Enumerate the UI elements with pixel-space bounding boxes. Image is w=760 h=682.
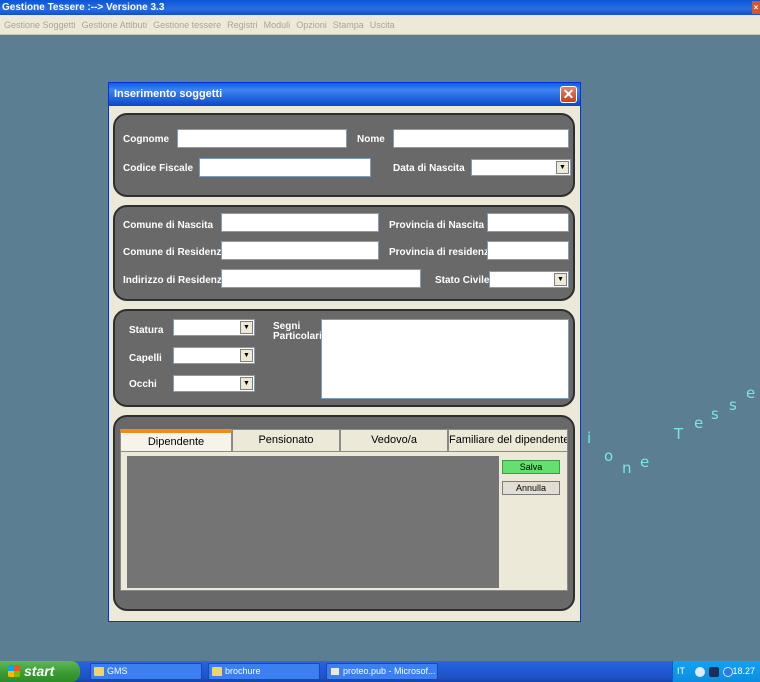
language-indicator[interactable]: IT [677,661,685,682]
save-button[interactable]: Salva [502,460,560,474]
indirizzo-residenza-label: Indirizzo di Residenza [123,275,228,286]
nome-field[interactable] [393,129,569,148]
marquee-letter: T [674,425,684,443]
anagrafica-group: Cognome Nome Codice Fiscale Data di Nasc… [113,113,575,197]
close-icon: × [753,3,759,12]
chevron-down-icon[interactable]: ▼ [556,161,569,174]
capelli-select[interactable]: ▼ [173,347,255,364]
windows-logo-icon [8,665,20,677]
start-button[interactable]: start [0,661,80,682]
marquee-letter: s [729,396,737,414]
indirizzo-residenza-field[interactable] [221,269,421,288]
chevron-down-icon[interactable]: ▼ [240,377,253,390]
marquee-letter: o [604,447,614,465]
dialog-close-button[interactable]: ✕ [560,86,577,103]
dialog-title-bar[interactable]: Inserimento soggetti ✕ [109,83,580,106]
tab-familiare-dipendente[interactable]: Familiare del dipendente [448,429,568,451]
marquee-letter: e [640,453,650,471]
particolari-label: Particolari [273,331,322,342]
comune-nascita-label: Comune di Nascita [123,220,214,231]
stato-civile-select[interactable]: ▼ [489,271,569,288]
cognome-field[interactable] [177,129,347,148]
menu-stampa[interactable]: Stampa [330,15,367,35]
app-menubar: Gestione Soggetti Gestione Attibuti Gest… [0,15,760,35]
taskbar-item-proteo-pub[interactable]: proteo.pub - Microsof... [326,663,438,680]
menu-opzioni[interactable]: Opzioni [293,15,330,35]
data-nascita-picker[interactable]: ▼ [471,159,571,176]
chevron-down-icon[interactable]: ▼ [240,349,253,362]
marquee-letter: e [694,414,704,432]
clock: 18.27 [732,666,755,676]
menu-gestione-tessere[interactable]: Gestione tessere [150,15,224,35]
tab-pensionato[interactable]: Pensionato [232,429,340,451]
marquee-letter: n [622,459,632,477]
nome-label: Nome [357,134,385,145]
segni-particolari-textarea[interactable] [321,319,569,399]
menu-uscita[interactable]: Uscita [367,15,398,35]
system-tray: IT 18.27 [672,661,760,682]
app-title-bar: Gestione Tessere :--> Versione 3.3 × [0,0,760,15]
comune-nascita-field[interactable] [221,213,379,232]
cognome-label: Cognome [123,134,170,145]
comune-residenza-field[interactable] [221,241,379,260]
occhi-label: Occhi [129,379,157,390]
statura-select[interactable]: ▼ [173,319,255,336]
chevron-down-icon[interactable]: ▼ [554,273,567,286]
caratteristiche-group: Statura ▼ Capelli ▼ Occhi ▼ Segni Partic… [113,309,575,407]
inserimento-soggetti-dialog: Inserimento soggetti ✕ Cognome Nome Codi… [108,82,581,622]
provincia-nascita-label: Provincia di Nascita [389,220,485,231]
comune-residenza-label: Comune di Residenza [123,247,227,258]
codice-fiscale-label: Codice Fiscale [123,163,194,174]
close-icon: ✕ [562,86,575,102]
taskbar: start GMS brochure proteo.pub - Microsof… [0,661,760,682]
cancel-button[interactable]: Annulla [502,481,560,495]
statura-label: Statura [129,325,164,336]
folder-icon [212,667,222,676]
capelli-label: Capelli [129,353,162,364]
occhi-select[interactable]: ▼ [173,375,255,392]
marquee-letter: i [587,429,592,447]
volume-icon[interactable] [709,667,719,677]
folder-icon [94,667,104,676]
tipologia-tabs: Dipendente Pensionato Vedovo/a Familiare… [120,429,568,451]
data-nascita-label: Data di Nascita [393,163,465,174]
menu-gestione-soggetti[interactable]: Gestione Soggetti [1,15,79,35]
tab-pane-dipendente: Salva Annulla [120,451,568,591]
dipendente-content-area [127,456,499,588]
marquee-letter: s [711,405,719,423]
app-close-button[interactable]: × [752,1,760,14]
start-label: start [24,663,55,679]
residenza-group: Comune di Nascita Provincia di Nascita C… [113,205,575,301]
chevron-down-icon[interactable]: ▼ [240,321,253,334]
codice-fiscale-field[interactable] [199,158,371,177]
marquee-letter: e [746,384,756,402]
menu-gestione-attibuti[interactable]: Gestione Attibuti [79,15,151,35]
dialog-title: Inserimento soggetti [114,88,223,100]
tab-vedovo[interactable]: Vedovo/a [340,429,448,451]
tab-dipendente[interactable]: Dipendente [120,429,232,451]
publisher-icon [330,667,340,676]
taskbar-item-gms[interactable]: GMS [90,663,202,680]
provincia-residenza-label: Provincia di residenza [389,247,495,258]
menu-registri[interactable]: Registri [224,15,261,35]
taskbar-item-brochure[interactable]: brochure [208,663,320,680]
provincia-nascita-field[interactable] [487,213,569,232]
provincia-residenza-field[interactable] [487,241,569,260]
stato-civile-label: Stato Civile [435,275,490,286]
menu-moduli[interactable]: Moduli [261,15,294,35]
app-title: Gestione Tessere :--> Versione 3.3 [2,2,165,13]
network-icon[interactable] [695,667,705,677]
